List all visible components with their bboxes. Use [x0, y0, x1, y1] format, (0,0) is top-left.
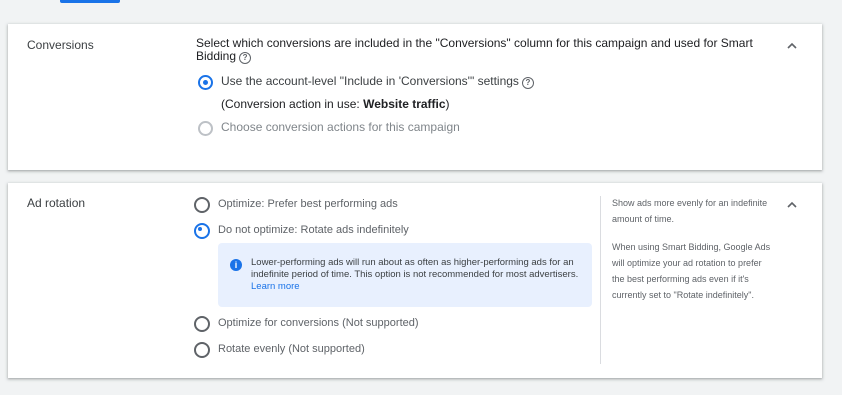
side-divider	[600, 196, 601, 364]
radio-do-not-optimize[interactable]	[194, 223, 210, 239]
conversions-card: Conversions Select which conversions are…	[8, 24, 822, 170]
conversions-description: Select which conversions are included in…	[196, 37, 776, 64]
radio-account-level[interactable]	[198, 75, 213, 90]
radio-choose-actions[interactable]	[198, 121, 213, 136]
help-circle-icon[interactable]: ?	[239, 52, 252, 64]
ad-rotation-section-title: Ad rotation	[27, 196, 86, 210]
info-icon: i	[230, 259, 242, 271]
radio-do-not-optimize-label[interactable]: Do not optimize: Rotate ads indefinitely	[218, 224, 409, 236]
rotation-info-box: i Lower-performing ads will run about as…	[218, 243, 592, 307]
ad-rotation-card: Ad rotation Optimize: Prefer best perfor…	[8, 183, 822, 378]
help-circle-icon[interactable]: ?	[521, 77, 534, 89]
radio-account-level-label[interactable]: Use the account-level "Include in 'Conve…	[221, 74, 534, 89]
chevron-up-icon	[787, 201, 797, 208]
conversion-action-note-suffix: )	[445, 97, 450, 111]
conversion-action-note: (Conversion action in use: Website traff…	[221, 97, 450, 111]
side-description-1: Show ads more evenly for an indefinite a…	[612, 198, 768, 224]
rotation-info-text: Lower-performing ads will run about as o…	[251, 257, 586, 293]
radio-rotate-evenly-label[interactable]: Rotate evenly (Not supported)	[218, 343, 365, 355]
conversion-action-name: Website traffic	[363, 97, 446, 111]
radio-optimize-best-label[interactable]: Optimize: Prefer best performing ads	[218, 198, 398, 210]
chevron-up-icon	[787, 42, 797, 49]
active-tab-indicator	[60, 0, 120, 3]
radio-rotate-evenly[interactable]	[194, 342, 210, 358]
side-description-2: When using Smart Bidding, Google Ads wil…	[612, 242, 771, 300]
ad-rotation-collapse-button[interactable]	[784, 197, 800, 213]
radio-optimize-best[interactable]	[194, 197, 210, 213]
top-strip	[0, 0, 842, 6]
radio-optimize-conversions-label[interactable]: Optimize for conversions (Not supported)	[218, 317, 419, 329]
conversion-action-note-prefix: (Conversion action in use:	[221, 97, 364, 111]
conversions-section-title: Conversions	[27, 38, 94, 52]
conversions-description-text: Select which conversions are included in…	[196, 36, 753, 63]
rotation-info-body: Lower-performing ads will run about as o…	[251, 257, 579, 280]
radio-optimize-conversions[interactable]	[194, 316, 210, 332]
conversions-collapse-button[interactable]	[784, 38, 800, 54]
radio-choose-actions-label[interactable]: Choose conversion actions for this campa…	[221, 120, 460, 134]
radio-account-level-text: Use the account-level "Include in 'Conve…	[221, 74, 519, 88]
learn-more-link[interactable]: Learn more	[251, 281, 300, 292]
